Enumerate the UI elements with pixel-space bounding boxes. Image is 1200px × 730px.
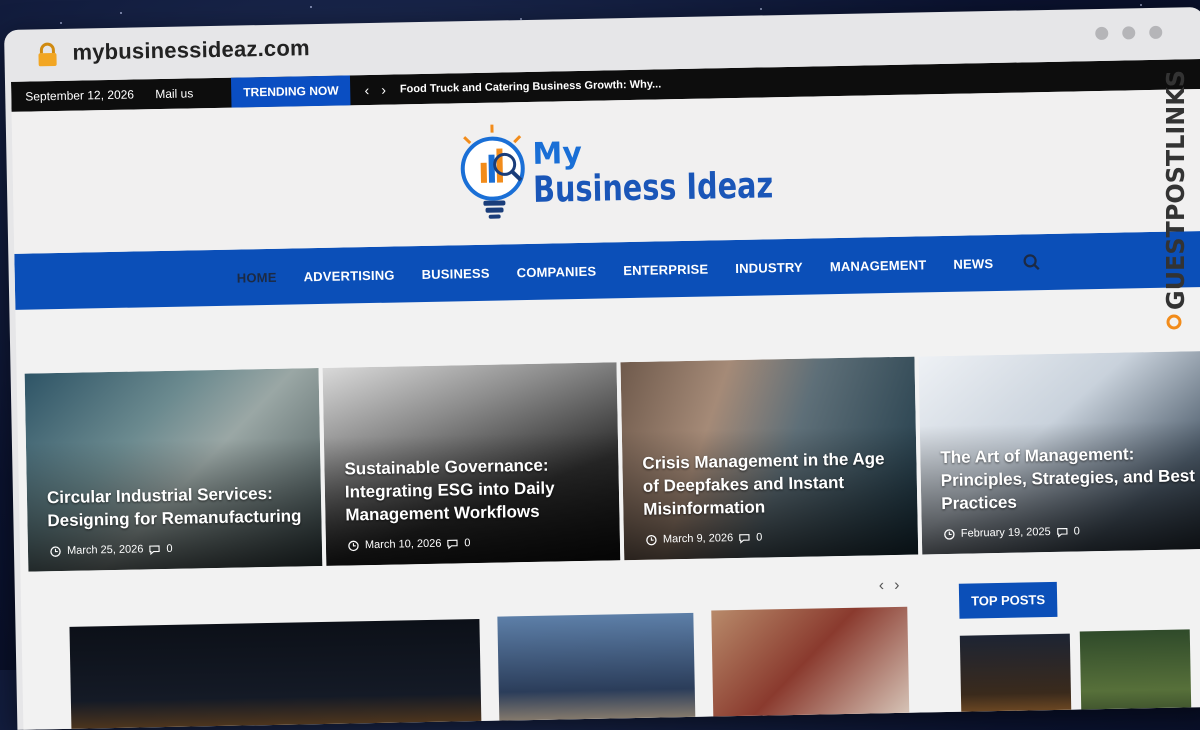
- nav-item-advertising[interactable]: ADVERTISING: [303, 267, 394, 284]
- top-post-thumb[interactable]: [960, 634, 1072, 730]
- comment-icon: [447, 538, 458, 549]
- slide-comments: 0: [166, 543, 172, 555]
- window-dot[interactable]: [1122, 26, 1135, 39]
- nav-item-enterprise[interactable]: ENTERPRISE: [623, 261, 708, 278]
- clock-icon: [348, 540, 359, 551]
- window-controls: [1095, 26, 1162, 40]
- slide-title[interactable]: Sustainable Governance: Integrating ESG …: [344, 454, 605, 528]
- top-post-thumb[interactable]: [1080, 629, 1192, 730]
- svg-text:GUESTPOSTLINKS: GUESTPOSTLINKS: [1161, 70, 1190, 310]
- slide-title[interactable]: Crisis Management in the Age of Deepfake…: [642, 448, 903, 522]
- comment-icon: [1057, 526, 1068, 537]
- web-page: September 12, 2026 Mail us TRENDING NOW …: [11, 59, 1200, 730]
- lock-icon: [34, 42, 60, 68]
- clock-icon: [50, 546, 61, 557]
- comment-icon: [149, 544, 160, 555]
- post-card-image[interactable]: [711, 607, 909, 730]
- browser-window: mybusinessideaz.com September 12, 2026 M…: [4, 7, 1200, 730]
- slide-date: March 9, 2026: [663, 532, 734, 545]
- nav-item-news[interactable]: NEWS: [953, 256, 993, 272]
- trending-headline[interactable]: Food Truck and Catering Business Growth:…: [400, 78, 662, 95]
- slide-title[interactable]: Circular Industrial Services: Designing …: [47, 482, 308, 533]
- current-date: September 12, 2026: [25, 87, 145, 103]
- slide-date: March 25, 2026: [67, 543, 144, 556]
- mail-link[interactable]: Mail us: [155, 86, 193, 101]
- post-card-image[interactable]: [497, 613, 695, 730]
- nav-item-industry[interactable]: INDUSTRY: [735, 259, 803, 275]
- window-dot[interactable]: [1149, 26, 1162, 39]
- featured-slide[interactable]: Crisis Management in the Age of Deepfake…: [620, 357, 918, 561]
- nav-item-home[interactable]: HOME: [237, 269, 277, 285]
- url-text[interactable]: mybusinessideaz.com: [72, 35, 310, 66]
- comment-icon: [739, 532, 750, 543]
- featured-slide[interactable]: Sustainable Governance: Integrating ESG …: [323, 362, 621, 566]
- trending-arrows: ‹ ›: [364, 82, 386, 98]
- slide-meta: March 9, 2026 0: [646, 532, 763, 546]
- slide-meta: March 25, 2026 0: [50, 543, 173, 557]
- slide-date: March 10, 2026: [365, 538, 442, 551]
- post-pager: ‹ ›: [879, 577, 900, 595]
- window-dot[interactable]: [1095, 27, 1108, 40]
- post-card-image[interactable]: [69, 619, 481, 730]
- site-logo[interactable]: My Business Ideaz: [452, 115, 784, 231]
- site-header: My Business Ideaz: [12, 89, 1200, 254]
- clock-icon: [944, 528, 955, 539]
- next-arrow-icon[interactable]: ›: [381, 82, 386, 98]
- featured-slider: Circular Industrial Services: Designing …: [25, 351, 1200, 572]
- logo-line-2: Business Ideaz: [533, 165, 774, 211]
- lightbulb-icon: [462, 124, 524, 219]
- search-icon[interactable]: [1022, 253, 1040, 271]
- top-posts-heading: TOP POSTS: [959, 582, 1058, 619]
- nav-item-management[interactable]: MANAGEMENT: [830, 257, 927, 274]
- next-arrow-icon[interactable]: ›: [894, 577, 900, 595]
- trending-badge: TRENDING NOW: [231, 75, 351, 107]
- logo-line-1: My: [532, 136, 583, 172]
- slide-comments: 0: [1074, 525, 1080, 537]
- slide-date: February 19, 2025: [961, 526, 1051, 540]
- nav-item-business[interactable]: BUSINESS: [421, 265, 489, 281]
- slide-comments: 0: [464, 537, 470, 549]
- clock-icon: [646, 534, 657, 545]
- prev-arrow-icon[interactable]: ‹: [879, 577, 885, 595]
- slide-title[interactable]: The Art of Management: Principles, Strat…: [940, 442, 1200, 516]
- featured-slide[interactable]: The Art of Management: Principles, Strat…: [918, 351, 1200, 555]
- lower-section: ‹ › TOP POSTS: [21, 559, 1200, 730]
- prev-arrow-icon[interactable]: ‹: [364, 82, 369, 98]
- nav-item-companies[interactable]: COMPANIES: [517, 263, 597, 280]
- slide-meta: March 10, 2026 0: [348, 537, 471, 551]
- featured-slide[interactable]: Circular Industrial Services: Designing …: [25, 368, 323, 572]
- slide-comments: 0: [756, 532, 762, 544]
- guestpostlinks-watermark: GUESTPOSTLINKS: [1152, 60, 1196, 330]
